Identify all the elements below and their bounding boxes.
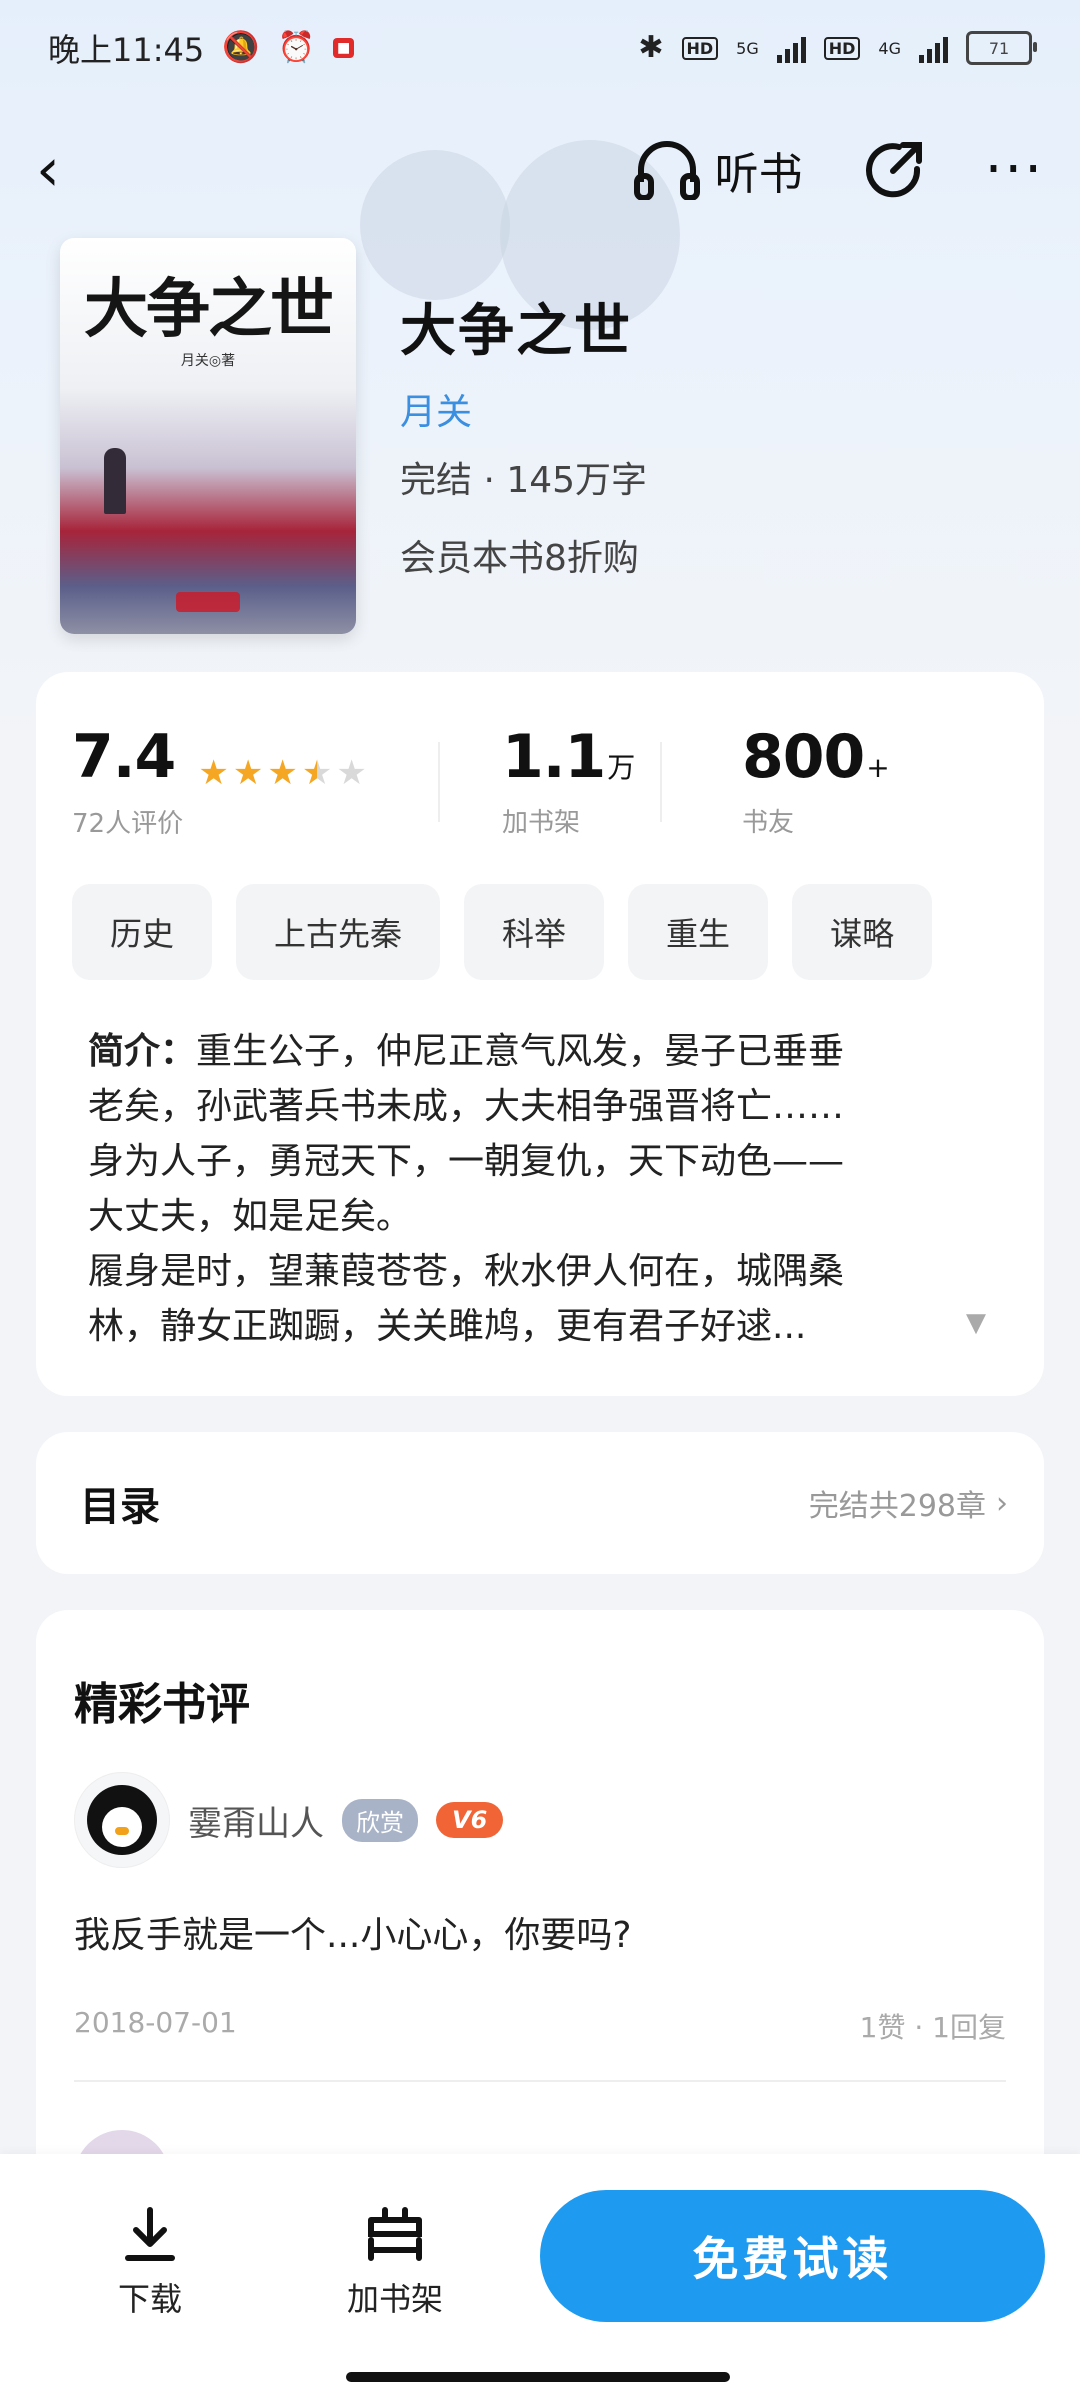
signal-icon-2 — [919, 33, 948, 63]
book-info: 大争之世 月关 完结 · 145万字 会员本书8折购 — [400, 238, 1020, 581]
penguin-avatar-icon — [87, 1785, 157, 1855]
half-star-icon: ★ — [301, 752, 333, 793]
fans-stat[interactable]: 800+ 书友 — [722, 722, 950, 840]
listen-label: 听书 — [714, 149, 803, 200]
network-type-2: 4G — [878, 38, 901, 58]
reviews-card: 精彩书评 霎甭山人 欣赏 V6 我反手就是一个...小心心，你要吗? 2018-… — [36, 1610, 1044, 2230]
book-author[interactable]: 月关 — [400, 383, 1020, 435]
review-user-name[interactable]: 霎甭山人 — [188, 1796, 324, 1845]
intro-line: 身为人子，勇冠天下，一朝复仇，天下动色—— — [88, 1141, 845, 1182]
cover-figure — [104, 448, 126, 514]
home-indicator[interactable] — [346, 2372, 730, 2382]
book-title: 大争之世 — [400, 299, 632, 364]
bottom-action-bar: 下载 加书架 免费试读 — [0, 2154, 1080, 2400]
vip-level-badge: V6 — [436, 1802, 504, 1838]
vip-offer[interactable]: 会员本书8折购 — [400, 529, 1020, 581]
download-button[interactable]: 下载 — [80, 2204, 220, 2320]
cover-author: 月关◎著 — [180, 353, 236, 369]
expand-icon[interactable]: ▼ — [966, 1308, 986, 1338]
download-icon — [125, 2207, 175, 2261]
headphones-icon — [633, 141, 700, 200]
intro-line: 林，静女正踟蹰，关关雎鸠，更有君子好逑... — [88, 1306, 807, 1347]
share-icon[interactable] — [863, 139, 925, 201]
intro-line: 简介：重生公子，仲尼正意气风发，晏子已垂垂 — [88, 1024, 1008, 1079]
intro-line: 履身是时，望蒹葭苍苍，秋水伊人何在，城隅桑 — [88, 1251, 845, 1292]
intro-text: 重生公子，仲尼正意气风发，晏子已垂垂 — [196, 1031, 845, 1072]
review-stats: 1赞 · 1回复 — [859, 2011, 1006, 2044]
alarm-icon: ⏰ — [277, 30, 315, 65]
chevron-right-icon: › — [996, 1485, 1008, 1521]
fans-unit: + — [866, 751, 890, 784]
network-type-1: 5G — [736, 38, 759, 58]
add-shelf-button[interactable]: 加书架 — [325, 2204, 465, 2320]
tag-list: 历史 上古先秦 科举 重生 谋略 — [72, 884, 933, 980]
review-item[interactable]: 霎甭山人 欣赏 V6 我反手就是一个...小心心，你要吗? 2018-07-01… — [74, 1772, 1006, 2046]
avatar[interactable] — [74, 1772, 170, 1868]
review-text: 我反手就是一个...小心心，你要吗? — [74, 1915, 632, 1956]
intro-line: 老矣，孙武著兵书未成，大夫相争强晋将亡…… — [88, 1086, 845, 1127]
back-icon[interactable]: ‹ — [36, 135, 60, 205]
free-trial-read-button[interactable]: 免费试读 — [540, 2190, 1045, 2322]
tag-chip[interactable]: 上古先秦 — [236, 884, 441, 980]
stat-divider — [438, 742, 440, 822]
toc-summary-wrap: 完结共298章 › — [809, 1481, 1008, 1525]
toc-card[interactable]: 目录 完结共298章 › — [36, 1432, 1044, 1574]
rating-stat[interactable]: 7.4 ★ ★ ★ ★ ★ 72人评价 — [72, 722, 472, 840]
tag-chip[interactable]: 历史 — [72, 884, 213, 980]
top-nav: ‹ 听书 ··· — [0, 120, 1080, 220]
battery-level: 71 — [988, 38, 1010, 58]
shelf-stat: 1.1万 加书架 — [472, 722, 722, 840]
shelf-unit: 万 — [607, 751, 636, 784]
more-icon[interactable]: ··· — [985, 142, 1044, 198]
rating-label: 72人评价 — [72, 808, 184, 839]
listen-button[interactable]: 听书 — [633, 138, 803, 202]
bluetooth-icon: ✱ — [638, 30, 664, 65]
review-footer: 2018-07-01 1赞 · 1回复 — [74, 2006, 1006, 2046]
signal-icon — [776, 33, 806, 63]
review-divider — [74, 2080, 1006, 2082]
intro-line: 大丈夫，如是足矣。 — [88, 1196, 413, 1237]
add-shelf-label: 加书架 — [346, 2280, 443, 2318]
status-bar: 晚上11:45 🔕 ⏰ ■ ✱ HD 5G HD 4G 71 — [0, 0, 1080, 96]
toc-summary: 完结共298章 — [808, 1489, 986, 1524]
book-detail-card: 7.4 ★ ★ ★ ★ ★ 72人评价 1.1万 加书架 800+ 书友 历史 … — [36, 672, 1044, 1396]
toc-title: 目录 — [80, 1484, 160, 1530]
shelf-count: 1.1 — [502, 722, 606, 792]
fans-label: 书友 — [742, 808, 795, 838]
tag-chip[interactable]: 谋略 — [792, 884, 933, 980]
star-icon: ★ — [267, 752, 298, 793]
stat-divider — [660, 742, 662, 822]
rating-value: 7.4 — [72, 722, 176, 792]
rating-stars: ★ ★ ★ ★ ★ — [198, 753, 366, 793]
bookshelf-icon — [368, 2207, 422, 2261]
cover-title: 大争之世 — [84, 272, 334, 347]
publisher-logo — [176, 592, 240, 612]
star-icon: ★ — [198, 752, 229, 793]
intro-label: 简介： — [88, 1031, 197, 1072]
mute-icon: 🔕 — [222, 30, 260, 65]
book-intro[interactable]: 简介：重生公子，仲尼正意气风发，晏子已垂垂 老矣，孙武著兵书未成，大夫相争强晋将… — [88, 1024, 1008, 1354]
shelf-label: 加书架 — [502, 808, 581, 838]
app-notification-icon: ■ — [332, 38, 355, 58]
download-label: 下载 — [117, 2280, 182, 2318]
tag-chip[interactable]: 科举 — [464, 884, 605, 980]
fans-count: 800 — [742, 722, 865, 792]
book-meta: 完结 · 145万字 — [400, 460, 648, 501]
book-cover[interactable]: 大争之世 月关◎著 — [60, 238, 356, 634]
stats-row: 7.4 ★ ★ ★ ★ ★ 72人评价 1.1万 加书架 800+ 书友 — [72, 722, 950, 840]
reviews-title: 精彩书评 — [74, 1679, 250, 1730]
star-icon: ★ — [232, 752, 264, 793]
battery-icon: 71 — [966, 31, 1037, 65]
book-header: 大争之世 月关◎著 大争之世 月关 完结 · 145万字 会员本书8折购 — [60, 238, 1020, 638]
hd-badge: HD — [681, 36, 719, 60]
review-date: 2018-07-01 — [74, 2006, 237, 2039]
empty-star-icon: ★ — [336, 752, 367, 793]
hd-badge-2: HD — [823, 36, 861, 60]
status-time: 晚上11:45 — [48, 31, 205, 69]
tag-chip[interactable]: 重生 — [628, 884, 769, 980]
review-user-row: 霎甭山人 欣赏 V6 — [74, 1772, 1006, 1868]
user-badge: 欣赏 — [342, 1798, 418, 1842]
